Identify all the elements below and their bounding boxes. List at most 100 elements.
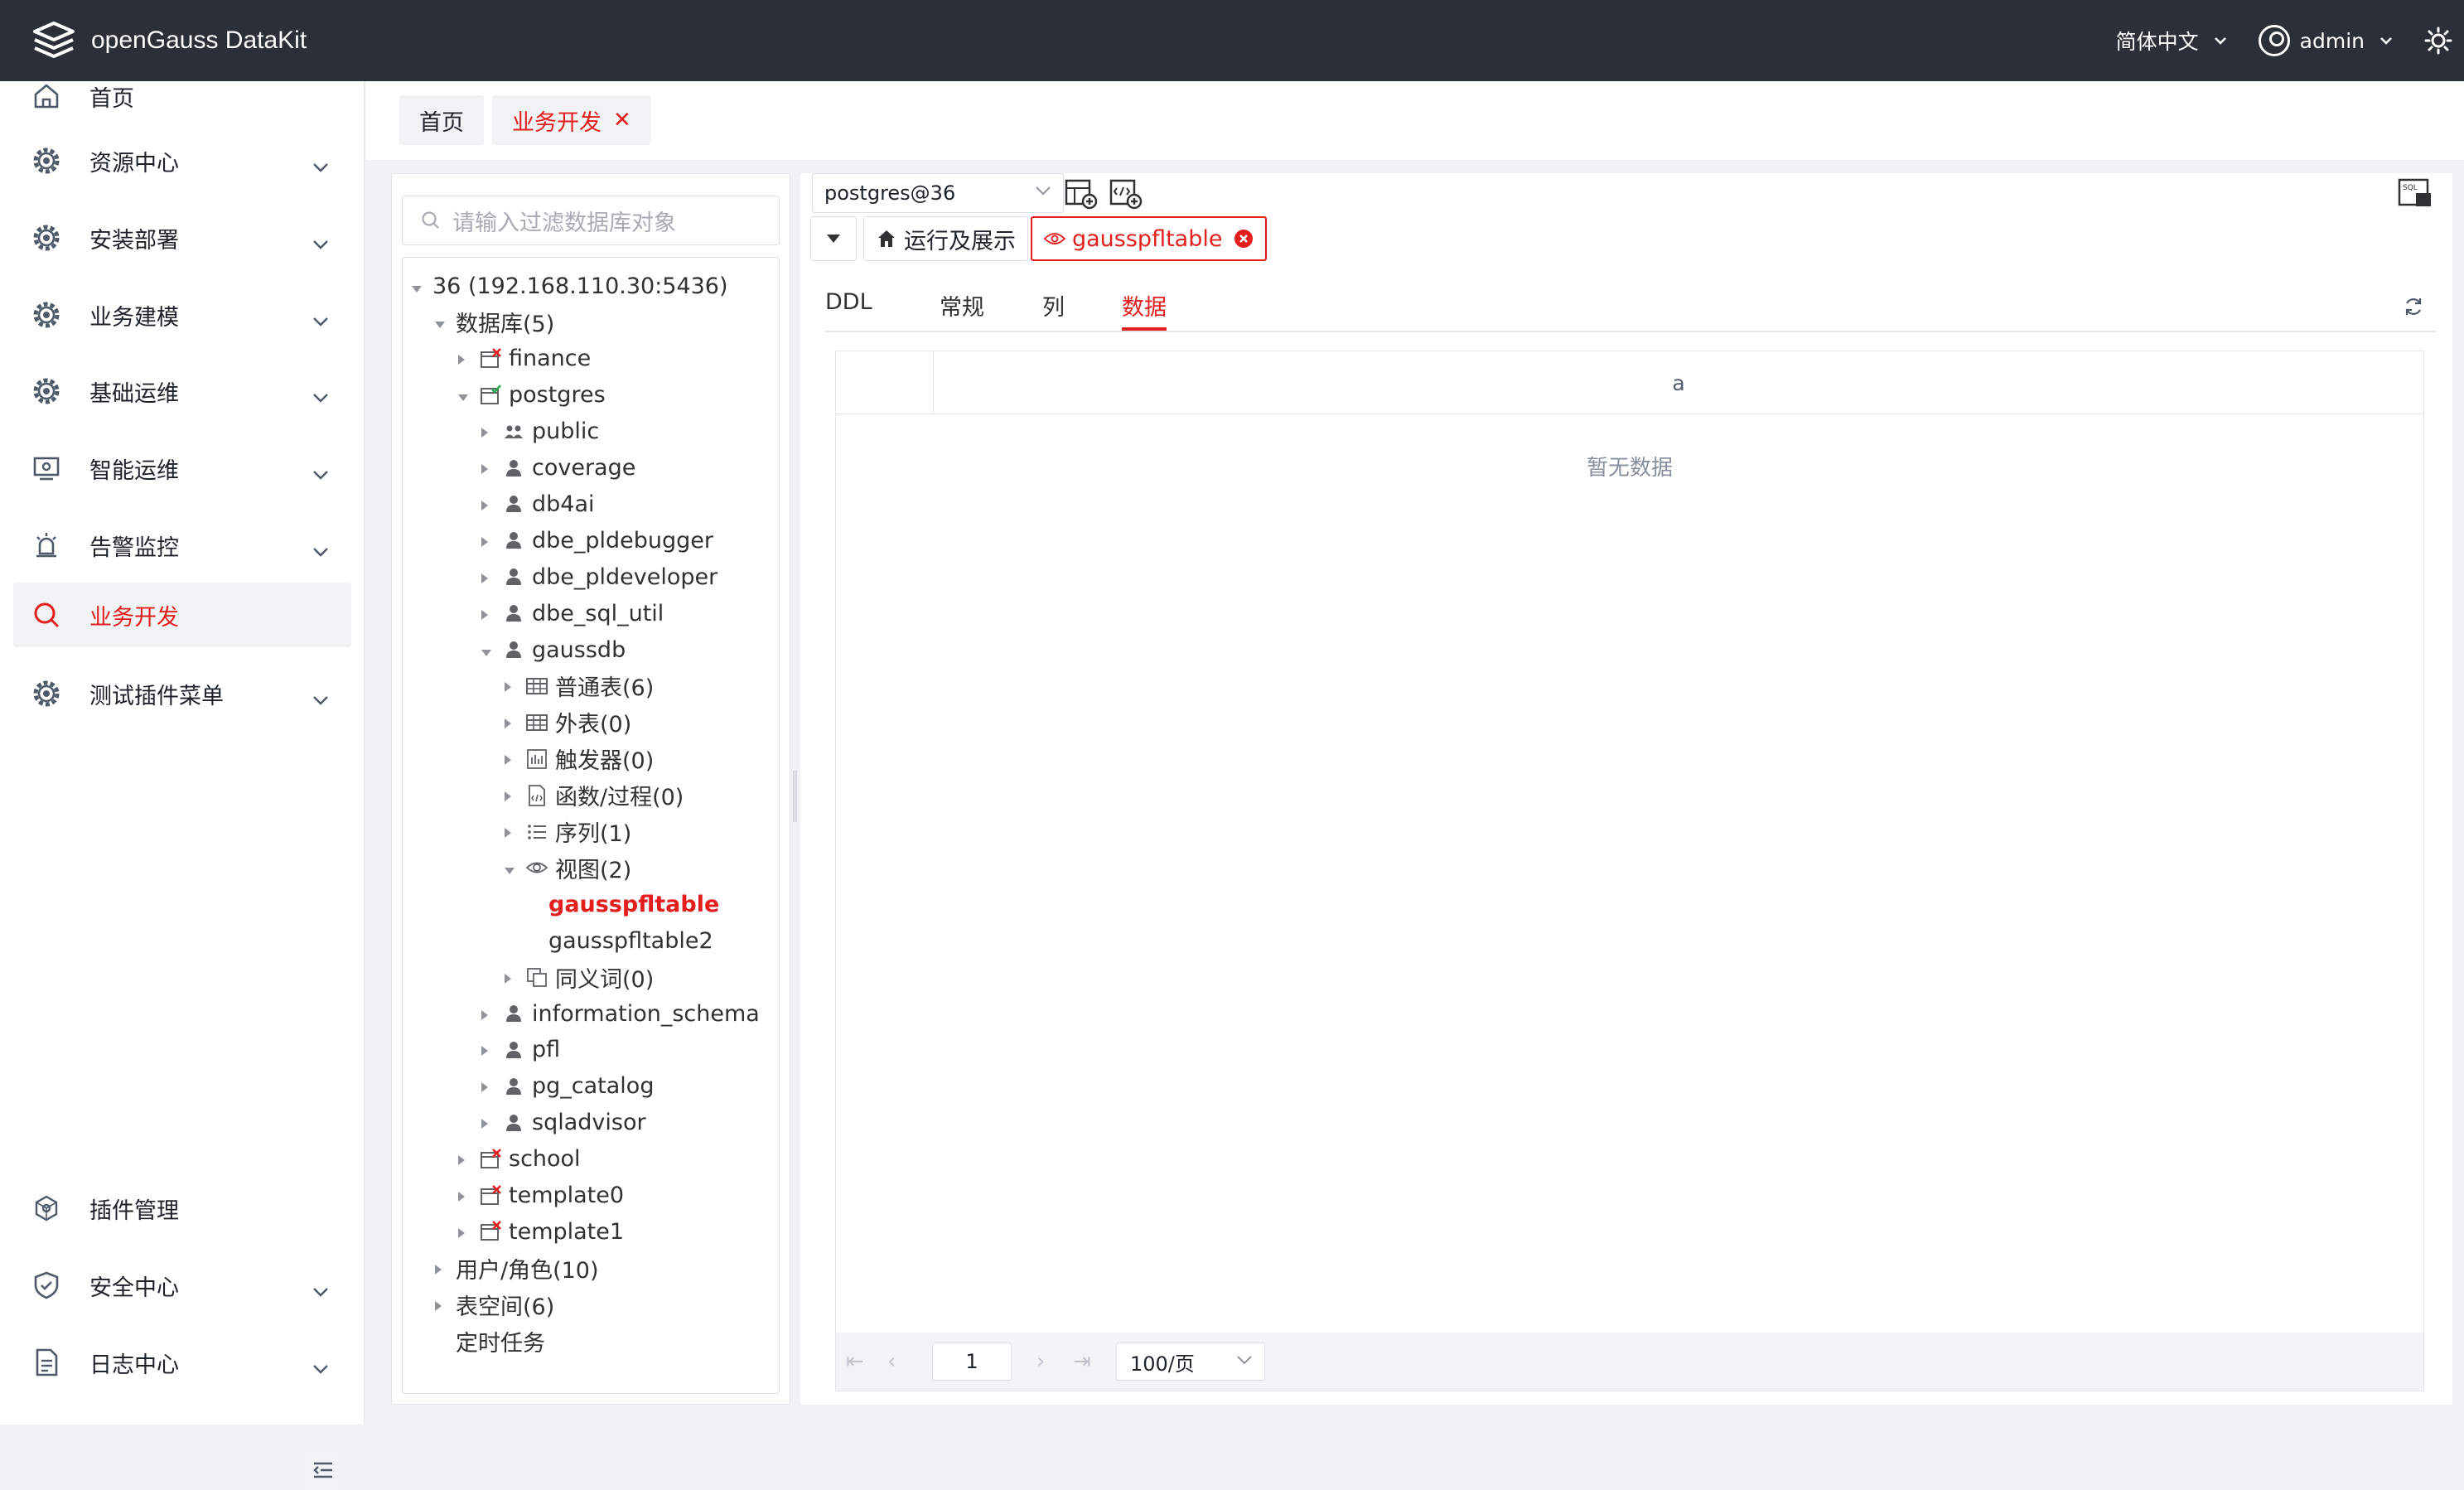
sub-tab-columns[interactable]: 列	[1042, 289, 1065, 331]
tree-node[interactable]: pfl	[481, 1033, 560, 1067]
sidebar-item[interactable]: 测试插件菜单	[13, 661, 351, 726]
tree-node[interactable]: gausspfltable2	[527, 924, 713, 957]
tree-node[interactable]: sqladvisor	[481, 1106, 646, 1139]
tree-node[interactable]: information_schema	[481, 997, 760, 1030]
tree-node[interactable]: finance	[457, 342, 591, 375]
refresh-icon[interactable]	[2403, 296, 2424, 317]
tree-node[interactable]: 序列(1)	[504, 815, 631, 849]
tree-node[interactable]: dbe_pldebugger	[481, 524, 713, 557]
tree-node[interactable]: dbe_sql_util	[481, 597, 664, 630]
brand[interactable]: openGauss DataKit	[31, 20, 307, 61]
tree-node[interactable]: 定时任务	[434, 1324, 545, 1357]
caret-right-icon[interactable]	[481, 1037, 497, 1062]
caret-right-icon[interactable]	[481, 1073, 497, 1099]
tree-node[interactable]: school	[457, 1143, 581, 1176]
prev-page-icon[interactable]: ‹	[887, 1349, 896, 1374]
column-header[interactable]: a	[934, 351, 2423, 414]
user-menu[interactable]: admin	[2258, 25, 2393, 56]
caret-down-icon[interactable]	[411, 273, 428, 299]
page-tab-home[interactable]: 首页	[399, 95, 484, 145]
caret-down-icon[interactable]	[481, 637, 497, 663]
tree-node[interactable]: 外表(0)	[504, 706, 631, 739]
tree-node[interactable]: pg_catalog	[481, 1070, 654, 1103]
page-size-select[interactable]: 100/页	[1116, 1342, 1265, 1381]
tree-node[interactable]: coverage	[481, 452, 635, 485]
tree-node[interactable]: 函数/过程(0)	[504, 779, 684, 812]
sidebar-item[interactable]: 资源中心	[13, 128, 351, 193]
tree-node[interactable]: 同义词(0)	[504, 960, 654, 994]
tree-node[interactable]: 36 (192.168.110.30:5436)	[411, 269, 728, 302]
tree-node[interactable]: 表空间(6)	[434, 1288, 554, 1321]
collapse-sidebar-button[interactable]	[303, 1450, 343, 1490]
sidebar-item[interactable]: 业务建模	[13, 283, 351, 347]
sidebar-item[interactable]: 安装部署	[13, 206, 351, 270]
caret-right-icon[interactable]	[481, 1110, 497, 1135]
last-page-icon[interactable]: ⇥	[1073, 1349, 1091, 1374]
tree-filter-input[interactable]: 请输入过滤数据库对象	[402, 196, 780, 245]
new-function-icon[interactable]	[1109, 178, 1143, 210]
caret-right-icon[interactable]	[481, 491, 497, 517]
sidebar-item[interactable]: 安全中心	[13, 1253, 351, 1318]
editor-tab-view[interactable]: gausspfltable	[1031, 216, 1268, 261]
tree-node[interactable]: db4ai	[481, 487, 595, 520]
next-page-icon[interactable]: ›	[1036, 1349, 1045, 1374]
caret-right-icon[interactable]	[504, 965, 520, 990]
caret-right-icon[interactable]	[504, 709, 520, 735]
tree-node[interactable]: template0	[457, 1179, 624, 1212]
editor-tabs-menu[interactable]	[810, 216, 857, 261]
sub-tab-general[interactable]: 常规	[940, 289, 984, 331]
connection-select[interactable]: postgres@36	[812, 173, 1064, 213]
tree-node[interactable]: template1	[457, 1215, 624, 1248]
user-icon	[502, 457, 525, 480]
tree-node[interactable]: 触发器(0)	[504, 743, 654, 776]
caret-down-icon[interactable]	[504, 855, 520, 881]
theme-toggle[interactable]	[2424, 27, 2452, 55]
tree-node[interactable]: public	[481, 415, 599, 448]
caret-right-icon[interactable]	[481, 418, 497, 444]
sub-tab-ddl[interactable]: DDL	[825, 289, 872, 331]
sidebar-item[interactable]: 业务开发	[13, 583, 351, 647]
tree-node[interactable]: dbe_pldeveloper	[481, 560, 717, 593]
caret-right-icon[interactable]	[434, 1255, 451, 1281]
caret-down-icon[interactable]	[434, 309, 451, 335]
caret-right-icon[interactable]	[457, 1219, 474, 1245]
tree-node[interactable]: 视图(2)	[504, 851, 631, 884]
caret-right-icon[interactable]	[457, 1146, 474, 1172]
sidebar-item[interactable]: 日志中心	[13, 1330, 351, 1395]
caret-right-icon[interactable]	[481, 1001, 497, 1027]
first-page-icon[interactable]: ⇤	[846, 1349, 864, 1374]
caret-right-icon[interactable]	[481, 528, 497, 554]
caret-right-icon[interactable]	[481, 601, 497, 626]
sidebar-item[interactable]: 告警监控	[13, 513, 351, 578]
caret-right-icon[interactable]	[434, 1292, 451, 1318]
close-icon[interactable]: ✕	[613, 108, 631, 133]
caret-right-icon[interactable]	[504, 673, 520, 699]
caret-right-icon[interactable]	[481, 564, 497, 590]
editor-tab-run[interactable]: 运行及展示	[863, 216, 1028, 261]
new-query-icon[interactable]	[1064, 178, 1099, 210]
sidebar-item[interactable]: 智能运维	[13, 436, 351, 501]
tree-node[interactable]: postgres	[457, 379, 606, 412]
caret-right-icon[interactable]	[504, 819, 520, 844]
tree-node[interactable]: gausspfltable	[527, 888, 719, 921]
tree-node[interactable]: gaussdb	[481, 633, 626, 666]
caret-down-icon[interactable]	[457, 382, 474, 408]
close-circle-icon[interactable]	[1234, 229, 1254, 249]
panel-splitter[interactable]	[793, 771, 797, 822]
caret-right-icon[interactable]	[457, 1183, 474, 1208]
caret-right-icon[interactable]	[457, 346, 474, 371]
page-number-input[interactable]: 1	[932, 1342, 1012, 1381]
sidebar-item[interactable]: 基础运维	[13, 359, 351, 423]
language-select[interactable]: 简体中文	[2116, 26, 2227, 56]
tree-node[interactable]: 用户/角色(10)	[434, 1251, 599, 1284]
sidebar-item[interactable]: 首页	[13, 64, 351, 128]
page-tab-dev[interactable]: 业务开发 ✕	[492, 95, 651, 145]
tree-node[interactable]: 普通表(6)	[504, 670, 654, 703]
caret-right-icon[interactable]	[504, 746, 520, 772]
tree-node[interactable]: 数据库(5)	[434, 306, 554, 339]
caret-right-icon[interactable]	[504, 782, 520, 808]
sidebar-item[interactable]: 插件管理	[13, 1176, 351, 1241]
sql-assistant-icon[interactable]: SQL	[2398, 178, 2434, 210]
sub-tab-data[interactable]: 数据	[1122, 289, 1167, 331]
caret-right-icon[interactable]	[481, 455, 497, 481]
